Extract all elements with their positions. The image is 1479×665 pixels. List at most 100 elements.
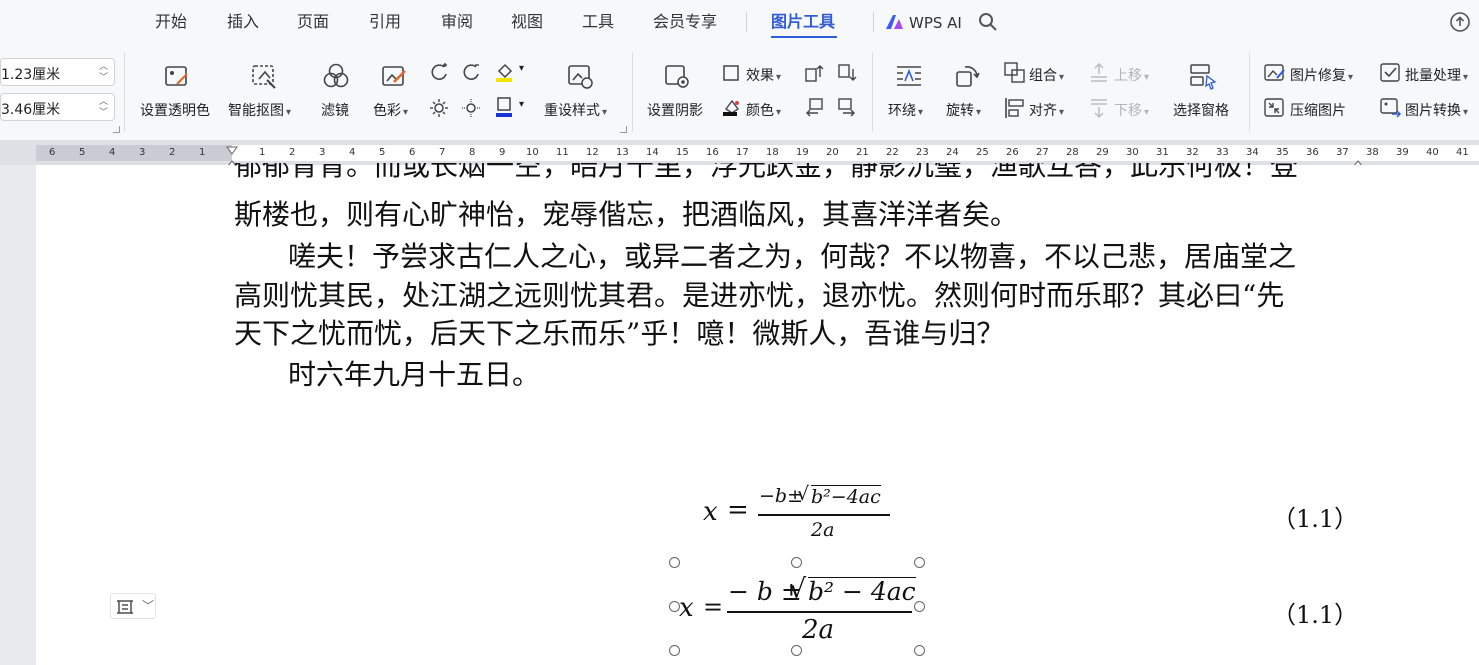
wps-ai-logo-icon[interactable] [885,13,905,35]
ruler-number: 15 [676,147,689,158]
tab-references[interactable]: 引用 [369,11,401,33]
selection-pane-button[interactable]: 选择窗格 [1173,100,1229,120]
tab-view[interactable]: 视图 [511,11,543,33]
chevron-down-icon[interactable]: ﹀ [99,74,108,83]
layout-options-button[interactable]: ﹀ [110,593,156,619]
layout-options-icon [116,598,134,620]
fraction-bar [727,611,912,613]
document-page[interactable]: 郁郁青青。而或长烟一空，皓月千里，浮光跃金，静影沉璧，渔歌互答，此乐何极！登 斯… [36,163,1479,665]
rotate-button[interactable]: 旋转 ▾ [946,100,981,120]
resize-handle-top-left[interactable] [669,557,680,568]
batch-process-button[interactable]: 批量处理 ▾ [1405,65,1468,85]
wps-ai-button[interactable]: WPS AI [909,12,962,34]
resize-handle-bottom-left[interactable] [669,645,680,656]
shadow-color-icon[interactable] [722,97,742,121]
search-icon[interactable] [978,12,998,36]
chevron-up-icon[interactable]: ︿ [99,98,108,107]
smart-cutout-button[interactable]: 智能抠图 ▾ [228,100,291,120]
image-convert-button[interactable]: 图片转换 ▾ [1405,100,1468,120]
align-button[interactable]: 对齐 ▾ [1029,100,1064,120]
increase-brightness-icon[interactable] [429,98,449,122]
chevron-down-icon[interactable]: ﹀ [142,597,154,614]
dialog-launcher-icon[interactable] [620,126,627,133]
sqrt-icon: √ [797,483,810,505]
width-spinner[interactable]: 1.23厘米 ︿ ﹀ [0,58,115,86]
shadow-icon[interactable] [663,62,691,94]
decrease-brightness-icon[interactable] [461,98,481,122]
equation-number: （1.1） [1272,505,1359,533]
ruler-number: 16 [706,147,719,158]
tab-home[interactable]: 开始 [155,11,187,33]
chevron-down-icon[interactable]: ﹀ [99,109,108,118]
color-button[interactable]: 色彩 ▾ [373,100,408,120]
group-separator [632,52,633,132]
resize-handle-top-right[interactable] [914,557,925,568]
wrap-text-icon[interactable] [895,62,923,94]
tab-picture-tools[interactable]: 图片工具 [771,11,835,33]
increase-contrast-icon[interactable] [429,62,449,86]
equation-1[interactable]: x = −b± √ b²−4ac 2a [701,475,901,545]
group-separator [872,52,873,132]
group-icon[interactable] [1004,62,1026,88]
ruler-number: 41 [1456,147,1469,158]
shadow-color-button[interactable]: 颜色 ▾ [746,100,781,120]
selection-pane-icon[interactable] [1189,62,1217,94]
reset-style-icon[interactable] [566,62,594,94]
resize-handle-top[interactable] [791,557,802,568]
height-spinner[interactable]: 3.46厘米 ︿ ﹀ [0,93,115,121]
dialog-launcher-icon[interactable] [113,126,120,133]
resize-handle-bottom[interactable] [791,645,802,656]
resize-handle-bottom-right[interactable] [914,645,925,656]
nudge-shadow-right-icon[interactable] [837,97,857,121]
smart-cutout-icon[interactable] [250,62,278,94]
paragraph-line: 斯楼也，则有心旷神怡，宠辱偕忘，把酒临风，其喜洋洋者矣。 [234,198,1019,231]
nudge-shadow-down-icon[interactable] [837,63,857,87]
chevron-up-icon[interactable]: ︿ [99,63,108,72]
tab-page[interactable]: 页面 [297,11,329,33]
equation-radicand: b² − 4ac [808,577,916,606]
ruler-number: 20 [826,147,839,158]
transparent-color-icon[interactable] [163,62,191,94]
ruler-band [36,145,1479,161]
set-shadow-button[interactable]: 设置阴影 [647,100,703,120]
filter-button[interactable]: 滤镜 [321,100,349,120]
tab-insert[interactable]: 插入 [227,11,259,33]
border-color-icon[interactable] [494,96,516,122]
bring-forward-icon [1088,62,1110,88]
tab-tools[interactable]: 工具 [582,11,614,33]
compress-image-button[interactable]: 压缩图片 [1290,100,1346,120]
resize-handle-right[interactable] [914,601,925,612]
image-repair-icon[interactable] [1264,62,1286,88]
group-button[interactable]: 组合 ▾ [1029,65,1064,85]
color-adjust-icon[interactable] [380,62,408,94]
cloud-upload-icon[interactable] [1449,11,1471,37]
horizontal-ruler[interactable]: 6 5 4 3 2 1 1 2 3 4 5 6 7 8 9 10 11 12 13 14 15 16 17 18 19 20 21 2… [0,141,1479,170]
tab-review[interactable]: 审阅 [441,11,473,33]
nudge-shadow-up-icon[interactable] [804,63,824,87]
nudge-shadow-left-icon[interactable] [804,97,824,121]
chevron-down-icon[interactable]: ▾ [519,99,524,110]
border-blue-swatch [496,113,512,117]
resize-handle-left[interactable] [669,601,680,612]
reset-style-button[interactable]: 重设样式 ▾ [544,100,607,120]
batch-process-icon[interactable] [1380,62,1402,88]
decrease-contrast-icon[interactable] [461,62,481,86]
image-convert-icon[interactable] [1380,97,1402,123]
ruler-number: 33 [1216,147,1229,158]
ruler-number: 21 [856,147,869,158]
effect-button[interactable]: 效果 ▾ [746,65,781,85]
effect-icon[interactable] [722,64,740,86]
tab-membership[interactable]: 会员专享 [653,11,717,33]
rotate-icon[interactable] [953,62,981,94]
fill-color-icon[interactable] [494,61,516,87]
wrap-button[interactable]: 环绕 ▾ [888,100,923,120]
equation-2-object[interactable]: x = − b ± √ b² − 4ac 2a [676,563,922,651]
ruler-number: 6 [409,147,416,158]
set-transparent-button[interactable]: 设置透明色 [140,100,210,120]
compress-image-icon[interactable] [1264,97,1286,123]
image-repair-button[interactable]: 图片修复 ▾ [1290,65,1353,85]
equation-lhs: x [679,593,694,623]
filter-icon[interactable] [322,62,350,94]
align-icon[interactable] [1004,97,1026,123]
chevron-down-icon[interactable]: ▾ [519,63,524,74]
